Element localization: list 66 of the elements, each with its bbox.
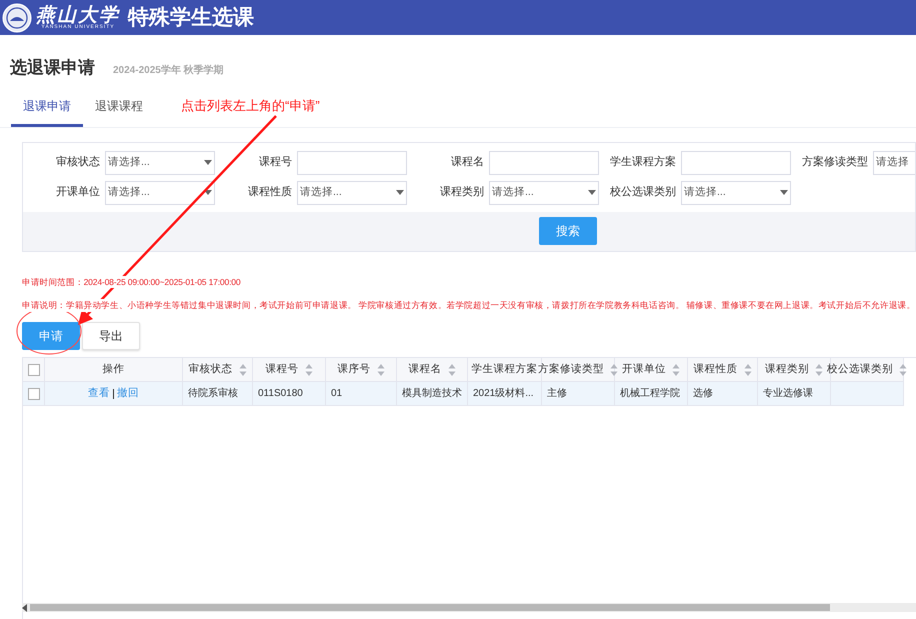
filter-label: 课程号 [258, 155, 293, 170]
filter-label: 审核状态 [55, 154, 101, 170]
table-cell-text: 模具制造技术 [402, 386, 462, 402]
annotation-text: 点击列表左上角的“申请” [181, 97, 320, 115]
table-cell-text: 机械工程学院 [620, 386, 680, 402]
export-button[interactable]: 导出 [82, 322, 140, 350]
dropdown-caret-icon [396, 190, 404, 195]
filter-label: 校公选课类别 [609, 185, 677, 200]
dropdown-caret-icon [588, 190, 596, 195]
column-header: 校公选课类别 [827, 362, 893, 377]
column-header: 审核状态 [188, 362, 232, 377]
horizontal-scrollbar[interactable] [22, 603, 916, 612]
column-header: 操作 [102, 362, 124, 377]
dropdown-caret-icon [204, 160, 212, 165]
sort-icon[interactable] [610, 362, 618, 377]
table-cell-text: 01 [331, 387, 342, 402]
sort-icon[interactable] [376, 362, 384, 377]
column-header: 方案修读类型 [538, 362, 604, 377]
column-header: 课程号 [266, 362, 298, 377]
select-field[interactable]: 请选择... [681, 180, 791, 204]
sort-icon[interactable] [899, 362, 907, 377]
tab[interactable]: 退课申请 [11, 94, 83, 126]
select-field[interactable]: 请选择... [489, 180, 599, 204]
input-field[interactable] [297, 150, 407, 174]
term-label: 2024-2025学年 秋季学期 [113, 64, 224, 78]
select-field[interactable]: 请选择... [105, 150, 215, 174]
column-header: 学生课程方案 [472, 362, 538, 377]
select-all-checkbox[interactable] [28, 364, 40, 376]
sort-icon[interactable] [238, 362, 246, 377]
select-field[interactable]: 请选择... [105, 180, 215, 204]
logo-text: 燕山大学 [36, 6, 120, 24]
column-header: 课程性质 [694, 362, 738, 377]
column-header: 课程类别 [765, 362, 809, 377]
table-cell-text: 主修 [547, 386, 567, 402]
page-title: 选退课申请 [10, 57, 95, 79]
table-cell-text: 选修 [693, 386, 713, 402]
dropdown-caret-icon [204, 190, 212, 195]
sort-icon[interactable] [448, 362, 456, 377]
dropdown-caret-icon [780, 190, 788, 195]
scrollbar-thumb[interactable] [30, 604, 830, 611]
column-header: 课序号 [338, 362, 370, 377]
select-field[interactable]: 请选择 [873, 150, 915, 174]
filter-label: 课程类别 [439, 185, 485, 200]
table-cell-text: 待院系审核 [188, 386, 238, 402]
input-field[interactable] [489, 150, 599, 174]
sort-icon[interactable] [672, 362, 680, 377]
filter-label: 方案修读类型 [801, 154, 869, 170]
filter-label: 学生课程方案 [609, 154, 677, 170]
scroll-left-icon[interactable] [22, 604, 28, 612]
table-cell-text: 2021级材料... [473, 386, 534, 402]
column-header: 课程名 [408, 362, 442, 377]
filter-label: 课程性质 [247, 185, 293, 200]
table-cell-text: 011S0180 [258, 387, 303, 402]
table-cell-text: 专业选修课 [763, 386, 813, 402]
column-header: 开课单位 [622, 362, 666, 377]
app-title: 特殊学生选课 [128, 4, 254, 31]
filter-label: 课程名 [450, 155, 485, 170]
select-field[interactable]: 请选择... [297, 180, 407, 204]
filter-label: 开课单位 [55, 185, 101, 200]
sort-icon[interactable] [304, 362, 312, 377]
tab[interactable]: 退课课程 [83, 94, 155, 126]
notice-text: 申请时间范围：2024-08-25 09:00:00~2025-01-05 17:00:00 [22, 276, 240, 288]
input-field[interactable] [681, 150, 791, 174]
sort-icon[interactable] [815, 362, 823, 377]
row-checkbox[interactable] [28, 388, 40, 400]
sort-icon[interactable] [744, 362, 752, 377]
